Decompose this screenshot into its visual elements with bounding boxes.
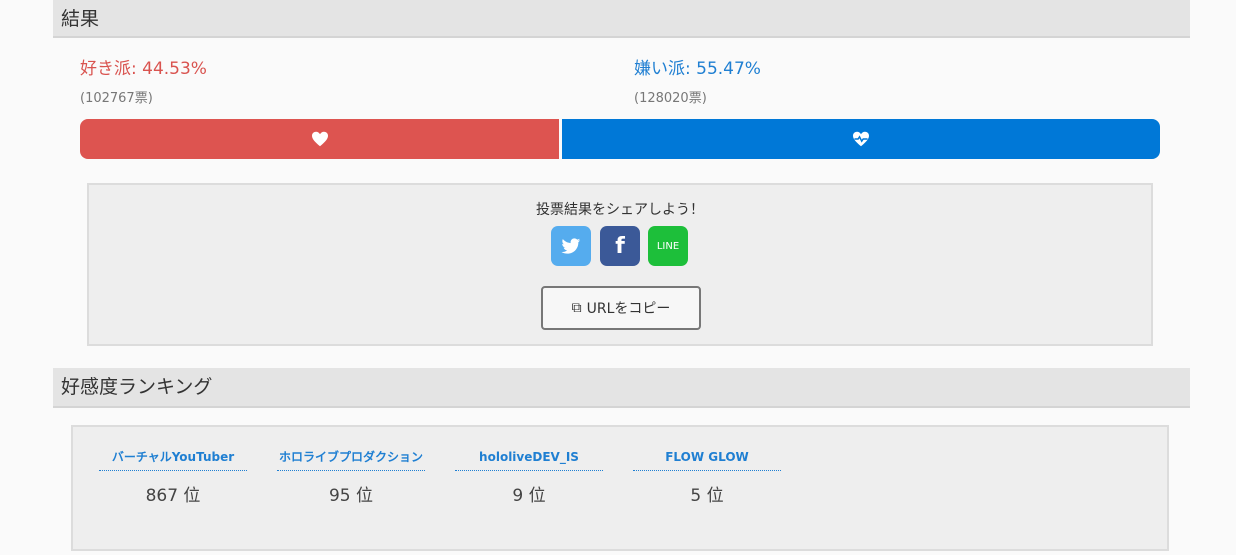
- twitter-icon: [561, 237, 581, 254]
- ranking-item-link[interactable]: FLOW GLOW: [633, 447, 781, 471]
- ranking-panel: バーチャルYouTuber 867 位 ホロライブプロダクション 95 位 ho…: [71, 425, 1169, 551]
- dislike-bar: [562, 119, 1160, 159]
- ranking-item-link[interactable]: ホロライブプロダクション: [277, 447, 425, 471]
- ranking-item-rank: 95 位: [328, 486, 374, 506]
- facebook-share-button[interactable]: f: [600, 226, 640, 266]
- ranking-item-rank: 9 位: [512, 486, 546, 506]
- ranking-item: hololiveDEV_IS 9 位: [455, 447, 603, 506]
- line-share-button[interactable]: LINE: [648, 226, 688, 266]
- ranking-item: ホロライブプロダクション 95 位: [277, 447, 425, 506]
- copy-url-button[interactable]: ⧉ URLをコピー: [541, 286, 701, 330]
- ranking-item-link[interactable]: hololiveDEV_IS: [455, 447, 603, 471]
- result-title: 結果: [61, 8, 100, 30]
- ranking-item-rank: 5 位: [690, 486, 724, 506]
- ranking-item: FLOW GLOW 5 位: [633, 447, 781, 506]
- ranking-item-rank: 867 位: [145, 486, 201, 506]
- heart-icon: [311, 131, 328, 147]
- like-label: 好き派:: [80, 59, 137, 79]
- copy-url-label: URLをコピー: [586, 301, 671, 317]
- ranking-item-link[interactable]: バーチャルYouTuber: [99, 447, 247, 471]
- dislike-stat: 嫌い派: 55.47% (128020票): [634, 54, 761, 106]
- like-bar: [80, 119, 559, 159]
- dislike-votes: (128020票): [634, 91, 707, 106]
- share-title: 投票結果をシェアしよう！: [536, 202, 704, 218]
- share-panel: 投票結果をシェアしよう！ f LINE ⧉ URLをコピー: [87, 183, 1153, 346]
- ranking-item: バーチャルYouTuber 867 位: [99, 447, 247, 506]
- dislike-label: 嫌い派:: [634, 59, 691, 79]
- dislike-percent: 55.47%: [696, 59, 761, 79]
- like-percent: 44.53%: [142, 59, 207, 79]
- ranking-section-header: 好感度ランキング: [53, 368, 1190, 408]
- heartbeat-icon: [853, 131, 869, 147]
- facebook-icon: f: [615, 233, 625, 259]
- copy-icon: ⧉: [571, 300, 582, 316]
- twitter-share-button[interactable]: [551, 226, 591, 266]
- like-votes: (102767票): [80, 91, 153, 106]
- result-section-header: 結果: [53, 0, 1190, 38]
- ranking-title: 好感度ランキング: [61, 376, 213, 398]
- line-label: LINE: [656, 240, 680, 252]
- like-stat: 好き派: 44.53% (102767票): [80, 54, 207, 106]
